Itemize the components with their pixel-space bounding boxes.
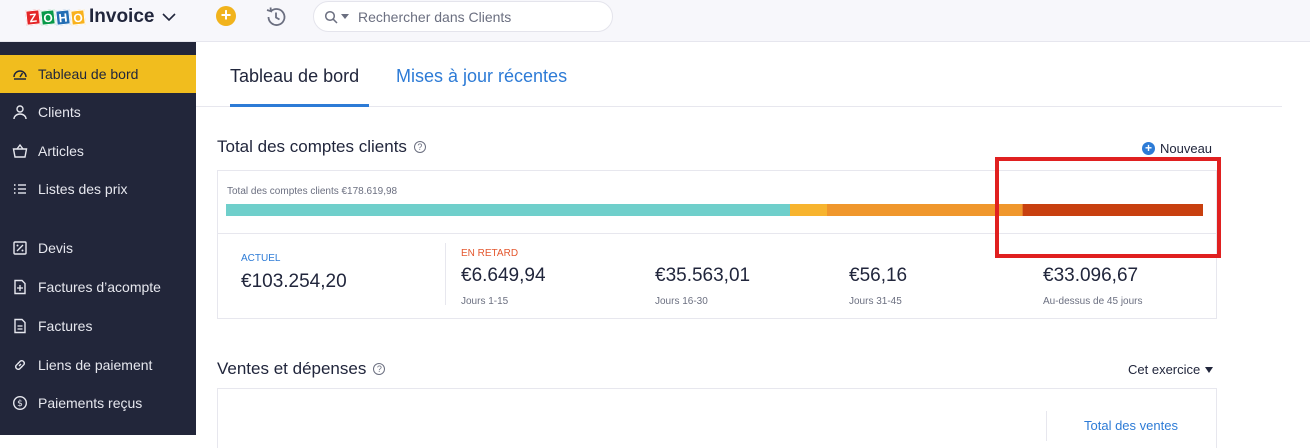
bucket-over-45-label: Au-dessus de 45 jours [1043,296,1143,307]
top-bar: Z O H O Invoice + [0,0,1310,42]
invoice-icon [14,318,26,334]
divider [1046,411,1047,441]
highlight-box [995,157,1221,258]
sidebar-item-label: Factures [38,318,93,334]
sidebar-item-label: Listes des prix [38,181,128,197]
tab-dashboard[interactable]: Tableau de bord [230,66,359,87]
sales-card: Total des ventes [217,388,1217,448]
new-button[interactable]: + Nouveau [1142,141,1212,156]
sidebar-item-label: Devis [38,240,74,256]
current-value[interactable]: €103.254,20 [241,271,347,293]
bar-segment-1-15[interactable] [790,204,827,216]
search-icon [324,10,338,24]
sidebar-item-clients[interactable]: Clients [0,93,196,131]
caret-down-icon [1205,366,1214,373]
sidebar-item-dashboard[interactable]: Tableau de bord [0,55,196,93]
active-tab-indicator [230,104,369,107]
sidebar-item-quotes[interactable]: Devis [0,229,196,267]
sidebar-item-label: Liens de paiement [38,357,153,373]
help-icon[interactable]: ? [373,363,386,375]
sidebar-item-label: Tableau de bord [38,66,139,82]
period-dropdown[interactable]: Cet exercice [1128,362,1214,377]
current-caption: ACTUEL [241,253,281,264]
bucket-1-15-value[interactable]: €6.649,94 [461,265,546,287]
sidebar-item-payment-links[interactable]: Liens de paiement [0,346,196,384]
quick-create-button[interactable]: + [216,6,236,26]
bucket-1-15-label: Jours 1-15 [461,296,509,307]
sidebar-item-price-lists[interactable]: Listes des prix [0,170,196,208]
tab-recent-updates[interactable]: Mises à jour récentes [396,66,567,87]
bucket-16-30-value[interactable]: €35.563,01 [655,265,750,287]
retainer-icon [14,279,26,295]
bar-segment-current[interactable] [226,204,790,216]
app-switcher[interactable]: Z O H O Invoice [25,6,177,28]
quote-icon [13,241,27,255]
plus-icon: + [1142,142,1155,155]
payment-icon: $ [12,395,28,411]
sales-expenses-title: Ventes et dépenses ? [217,359,386,379]
search-bar [313,1,613,32]
sidebar-item-label: Clients [38,104,81,120]
svg-text:$: $ [17,399,23,409]
dashboard-icon [13,70,27,80]
history-icon[interactable] [264,5,288,29]
sidebar-item-invoices[interactable]: Factures [0,307,196,345]
app-name: Invoice [89,6,155,27]
sidebar-item-label: Articles [38,143,84,159]
receivables-title: Total des comptes clients ? [217,137,426,157]
overdue-caption: EN RETARD [461,248,519,259]
search-scope-dropdown[interactable] [341,14,349,19]
divider [445,243,446,305]
list-icon [14,184,26,194]
bucket-16-30-label: Jours 16-30 [655,296,708,307]
zoho-logo: Z O H O [25,8,86,26]
sidebar-item-retainer-invoices[interactable]: Factures d’acompte [0,268,196,306]
sidebar: Tableau de bord Clients Articles Listes … [0,42,196,435]
sidebar-item-payments-received[interactable]: $ Paiements reçus [0,384,196,422]
bucket-31-45-value[interactable]: €56,16 [849,265,907,287]
chevron-down-icon [162,13,177,22]
sidebar-item-label: Paiements reçus [38,395,143,411]
total-receivables-label: Total des comptes clients €178.619,98 [227,186,398,197]
bucket-31-45-label: Jours 31-45 [849,296,902,307]
basket-icon [12,143,28,158]
search-input[interactable] [358,8,598,25]
sidebar-item-label: Factures d’acompte [38,279,161,295]
link-icon [15,360,25,370]
help-icon[interactable]: ? [413,141,426,153]
sidebar-item-articles[interactable]: Articles [0,132,196,170]
total-sales-label[interactable]: Total des ventes [1084,418,1178,433]
user-icon [13,105,27,120]
bar-segment-16-30[interactable] [827,204,1022,216]
bucket-over-45-value[interactable]: €33.096,67 [1043,265,1138,287]
tab-bar: Tableau de bord Mises à jour récentes [196,42,1282,107]
